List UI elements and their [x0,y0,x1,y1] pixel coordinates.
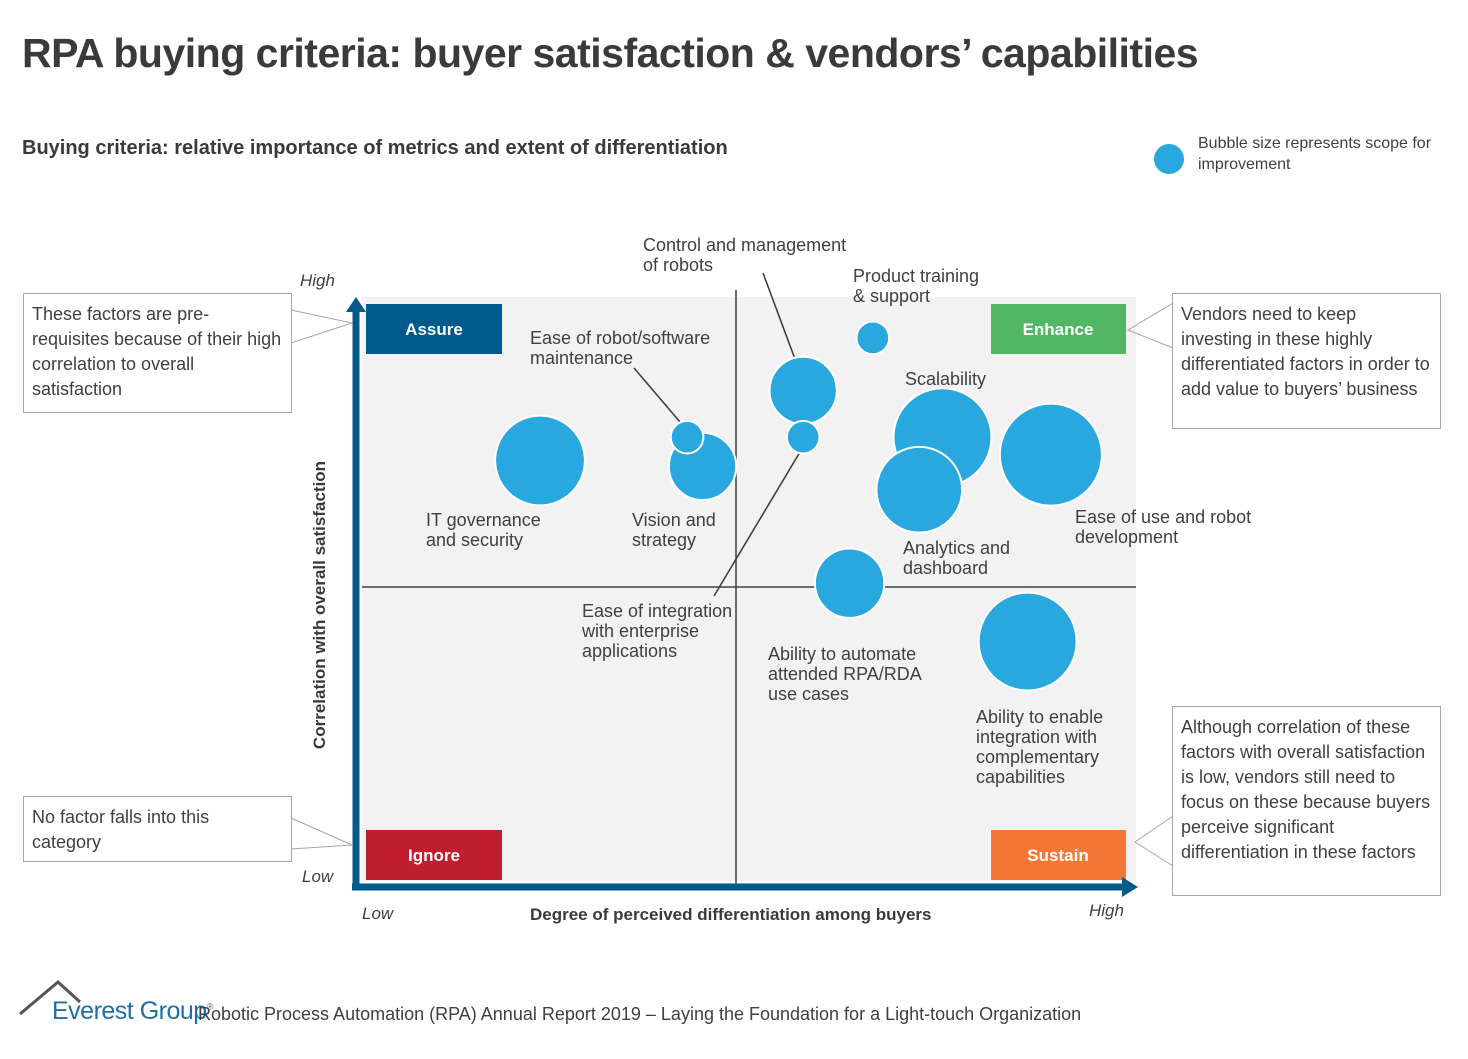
label-analytics: Analytics and dashboard [903,538,1011,578]
callout-enhance: Vendors need to keep investing in these … [1172,293,1441,429]
ignore-label: Ignore [408,846,460,865]
label-complementary: Ability to enable integration with complem… [976,707,1104,787]
bubble-control-and-management-of-robots [768,355,838,426]
bubble-ability-to-enable-integration-with-complementary-capabilities [977,591,1078,692]
y-axis-title: Correlation with overall satisfaction [310,460,329,750]
callout-assure: These factors are pre-requisites because… [23,293,292,413]
callout-ignore: No factor falls into this category [23,796,292,862]
pointer-assure [290,309,354,344]
sustain-label: Sustain [1027,846,1088,865]
pointer-ignore [290,817,353,850]
brand-logo: Everest Group® [52,997,213,1025]
footer-text: Robotic Process Automation (RPA) Annual … [198,1004,1082,1024]
y-axis-high: High [300,271,335,290]
label-it-governance: IT governance and security [426,510,541,550]
label-attended: Ability to automate attended RPA/RDA use c… [768,644,922,704]
label-integration: Ease of integration with enterprise applic… [582,601,733,661]
x-axis-title: Degree of perceived differentiation amon… [530,905,932,924]
bubble-ability-to-automate-attended-rpa-rda-use-cases [813,547,886,619]
label-ease-of-use: Ease of use and robot development [1075,507,1252,547]
plot-background [362,297,1136,881]
enhance-label: Enhance [1023,320,1094,339]
x-axis-low: Low [362,904,394,923]
bubble-it-governance-and-security [494,414,586,507]
bubble-ease-of-robot-software-maintenance [669,419,705,455]
label-maintenance: Ease of robot/software maintenance [530,328,711,368]
label-training: Product training & support [853,266,980,306]
x-axis-high: High [1089,901,1124,920]
bubble-ease-of-use-and-robot-development [998,402,1103,507]
label-control: Control and management of robots [643,235,847,275]
bubble-ease-of-integration-with-enterprise-applications [785,419,821,455]
label-scalability: Scalability [905,369,987,389]
assure-label: Assure [405,320,463,339]
label-vision: Vision and strategy [632,510,716,550]
y-axis-low: Low [302,867,334,886]
bubble-product-training-support [855,320,891,356]
callout-sustain: Although correlation of these factors wi… [1172,706,1441,896]
bubble-analytics-and-dashboard [875,445,964,534]
pointer-sustain [1134,815,1174,867]
